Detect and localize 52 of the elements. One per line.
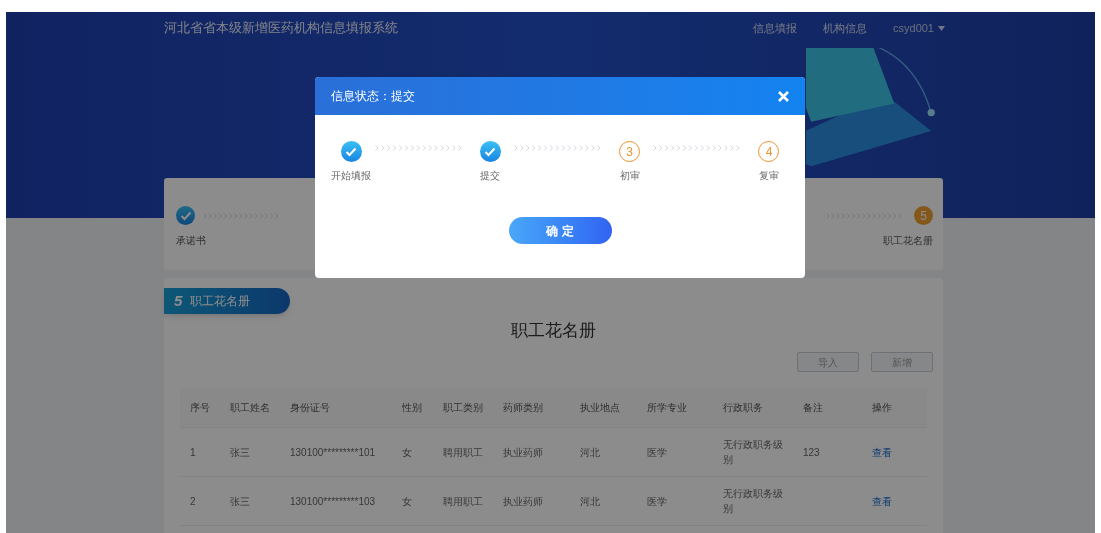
table-cell-text: 1 <box>190 445 197 460</box>
roster-title: 职工花名册 <box>510 320 597 342</box>
column-header: 职工姓名 <box>230 401 271 415</box>
app-title: 河北省省本级新增医药机构信息填报系统 <box>164 19 398 38</box>
section-number: 5 <box>174 290 183 311</box>
step-label: 承诺书 <box>176 234 206 248</box>
confirm-button[interactable]: 确 定 <box>508 217 612 244</box>
table-cell-text: 2 <box>190 494 197 509</box>
table-cell-text: 聘用职工 <box>443 445 484 460</box>
table-cell-text: 河北 <box>580 445 601 460</box>
table-cell-text: 130100*********101 <box>290 445 377 460</box>
table-cell-text: 无行政职务级别 <box>723 487 784 516</box>
section-label: 职工花名册 <box>190 293 251 310</box>
table-cell-text: 执业药师 <box>503 445 544 460</box>
step-label: 职工花名册 <box>883 234 933 248</box>
table-cell-text: 女 <box>402 494 413 509</box>
step-label: 开始填报 <box>331 169 371 183</box>
step-number: 4 <box>758 141 780 162</box>
column-header: 行政职务 <box>723 401 764 415</box>
column-header: 职工类别 <box>443 401 484 415</box>
table-cell-text: 张三 <box>230 494 251 509</box>
step-label: 提交 <box>480 169 501 183</box>
table-cell-text: 医学 <box>647 494 668 509</box>
table-cell-text: 医学 <box>647 445 668 460</box>
column-header: 药师类别 <box>503 401 544 415</box>
step-label: 复审 <box>759 169 779 183</box>
table-cell-text: 123 <box>803 445 821 460</box>
table-cell-text: 无行政职务级别 <box>723 438 784 467</box>
view-link[interactable]: 查看 <box>872 493 892 509</box>
column-header: 备注 <box>803 401 824 415</box>
nav-link[interactable]: 机构信息 <box>823 19 867 37</box>
step-label: 初审 <box>619 169 640 183</box>
table-cell-text: 张三 <box>230 445 251 460</box>
table-cell-text: 河北 <box>580 494 601 509</box>
step-number: 5 <box>914 206 933 225</box>
column-header: 操作 <box>872 401 893 415</box>
step-number: 3 <box>619 141 641 162</box>
column-header: 性别 <box>402 401 423 415</box>
table-cell-text: 聘用职工 <box>443 494 484 509</box>
column-header: 序号 <box>190 401 211 415</box>
column-header: 执业地点 <box>580 401 621 415</box>
nav-link[interactable]: 信息填报 <box>753 19 797 37</box>
table-cell-text: 130100*********103 <box>290 494 377 509</box>
user-menu[interactable]: csyd001 <box>893 19 945 37</box>
view-link[interactable]: 查看 <box>872 444 892 460</box>
column-header: 身份证号 <box>290 401 331 415</box>
close-icon[interactable] <box>778 90 789 102</box>
dialog-title: 信息状态：提交 <box>331 88 415 105</box>
column-header: 所学专业 <box>647 401 688 415</box>
table-cell-text: 女 <box>402 445 413 460</box>
caret-icon <box>938 25 945 31</box>
table-cell-text: 执业药师 <box>503 494 544 509</box>
